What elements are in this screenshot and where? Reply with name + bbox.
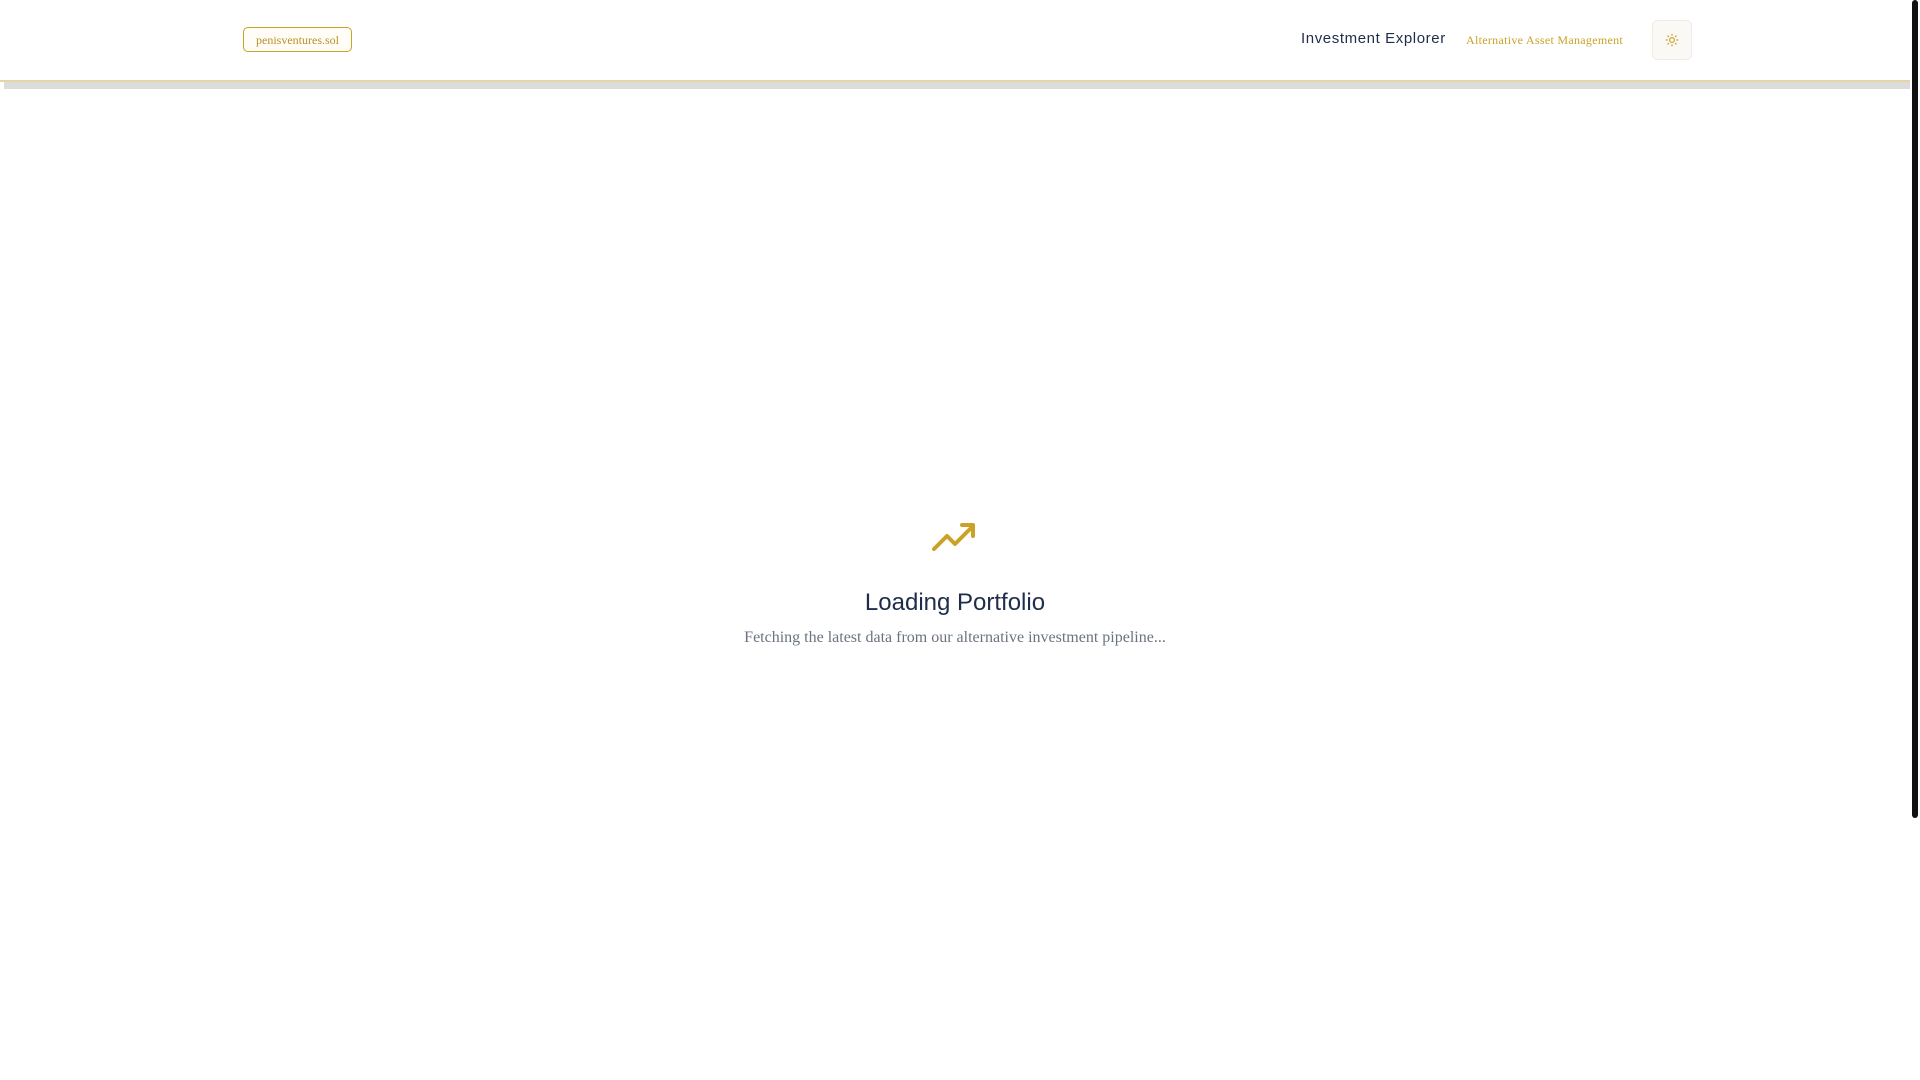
domain-badge[interactable]: penisventures.sol — [243, 27, 352, 52]
site-header: penisventures.sol Investment Explorer Al… — [0, 0, 1910, 82]
header-divider — [4, 82, 1910, 89]
theme-toggle-button[interactable] — [1652, 20, 1692, 60]
loading-state: Loading Portfolio Fetching the latest da… — [0, 520, 1910, 648]
trending-up-icon — [932, 523, 975, 551]
app-title: Investment Explorer — [1301, 30, 1446, 47]
loading-title: Loading Portfolio — [864, 589, 1046, 616]
app-subtitle: Alternative Asset Management — [1466, 33, 1624, 47]
page-scrollbar-thumb[interactable] — [1912, 0, 1918, 818]
sun-icon — [1665, 33, 1679, 47]
loading-message: Fetching the latest data from our altern… — [744, 629, 1166, 646]
app-viewport: penisventures.sol Investment Explorer Al… — [0, 0, 1910, 1080]
